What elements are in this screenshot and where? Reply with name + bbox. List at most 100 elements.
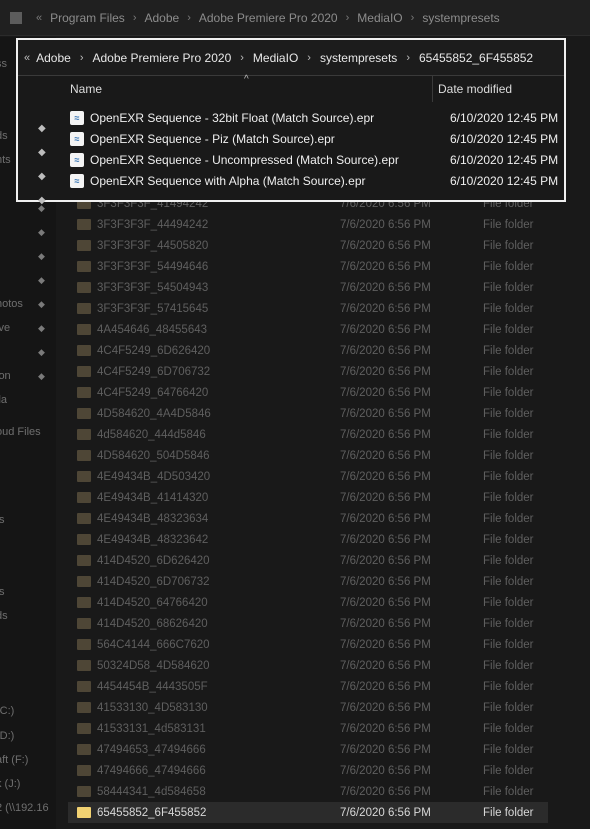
breadcrumb-segment[interactable]: Adobe	[36, 51, 71, 65]
file-type: File folder	[483, 407, 534, 420]
file-row[interactable]: 414D4520_6D626420 7/6/2020 6:56 PM File fo…	[68, 550, 548, 571]
file-date: 7/6/2020 6:56 PM	[340, 659, 431, 672]
folder-icon	[77, 786, 91, 797]
file-row[interactable]: 4E49434B_4D503420 7/6/2020 6:56 PM File fo…	[68, 466, 548, 487]
file-row[interactable]: 3F3F3F3F_44505820 7/6/2020 6:56 PM File fo…	[68, 235, 548, 256]
file-date: 7/6/2020 6:56 PM	[340, 470, 431, 483]
nav-item[interactable]: oud Files	[0, 426, 41, 438]
file-row[interactable]: 3F3F3F3F_44494242 7/6/2020 6:56 PM File fo…	[68, 214, 548, 235]
file-type: File folder	[483, 491, 534, 504]
file-row[interactable]: 4E49434B_48323642 7/6/2020 6:56 PM File fo…	[68, 529, 548, 550]
popup-explorer-window[interactable]: « Adobe › Adobe Premiere Pro 2020 › Medi…	[16, 38, 566, 206]
file-row[interactable]: 4E49434B_48323634 7/6/2020 6:56 PM File fo…	[68, 508, 548, 529]
popup-file-row[interactable]: ≈ OpenEXR Sequence - Uncompressed (Match …	[70, 149, 560, 170]
breadcrumb-overflow-icon[interactable]: «	[24, 52, 30, 64]
nav-item[interactable]: ts	[0, 514, 5, 526]
popup-breadcrumb[interactable]: « Adobe › Adobe Premiere Pro 2020 › Medi…	[18, 40, 564, 76]
file-row[interactable]: 50324D58_4D584620 7/6/2020 6:56 PM File fo…	[68, 655, 548, 676]
file-date: 7/6/2020 6:56 PM	[340, 575, 431, 588]
file-date: 7/6/2020 6:56 PM	[340, 260, 431, 273]
breadcrumb-segment[interactable]: MediaIO	[357, 11, 402, 25]
file-row[interactable]: 4C4F5249_6D706732 7/6/2020 6:56 PM File fo…	[68, 361, 548, 382]
file-type: File folder	[483, 659, 534, 672]
file-name: 4E49434B_41414320	[97, 491, 209, 504]
folder-icon	[77, 366, 91, 377]
column-header-date-label: Date modified	[438, 82, 513, 96]
file-row[interactable]: 414D4520_68626420 7/6/2020 6:56 PM File fo…	[68, 613, 548, 634]
file-row[interactable]: 4D584620_4A4D5846 7/6/2020 6:56 PM File fo…	[68, 403, 548, 424]
file-row[interactable]: 414D4520_64766420 7/6/2020 6:56 PM File fo…	[68, 592, 548, 613]
file-date: 7/6/2020 6:56 PM	[340, 596, 431, 609]
folder-icon	[77, 723, 91, 734]
file-type: File folder	[483, 386, 534, 399]
folder-icon	[77, 513, 91, 524]
file-row[interactable]: 47494666_47494666 7/6/2020 6:56 PM File fo…	[68, 760, 548, 781]
popup-file-row[interactable]: ≈ OpenEXR Sequence - Piz (Match Source).e…	[70, 128, 560, 149]
file-name: 4C4F5249_6D706732	[97, 365, 211, 378]
nav-item[interactable]: ss	[0, 58, 7, 70]
column-header-name-label: Name	[70, 82, 103, 96]
nav-item[interactable]: ts	[0, 586, 5, 598]
nav-item[interactable]: ion	[0, 370, 11, 382]
nav-item[interactable]: lla	[0, 394, 7, 406]
file-date: 7/6/2020 6:56 PM	[340, 554, 431, 567]
file-row[interactable]: 41533130_4D583130 7/6/2020 6:56 PM File fo…	[68, 697, 548, 718]
file-type: File folder	[483, 701, 534, 714]
file-row[interactable]: 3F3F3F3F_57415645 7/6/2020 6:56 PM File fo…	[68, 298, 548, 319]
file-name: 4D584620_504D5846	[97, 449, 210, 462]
file-row[interactable]: 4A454646_48455643 7/6/2020 6:56 PM File fo…	[68, 319, 548, 340]
popup-file-row[interactable]: ≈ OpenEXR Sequence - 32bit Float (Match S…	[70, 107, 560, 128]
file-row[interactable]: 65455852_6F455852 7/6/2020 6:56 PM File fo…	[68, 802, 548, 823]
column-header-date[interactable]: Date modified	[438, 76, 558, 102]
file-row[interactable]: 3F3F3F3F_54494646 7/6/2020 6:56 PM File fo…	[68, 256, 548, 277]
nav-item[interactable]: nts	[0, 154, 11, 166]
file-date: 7/6/2020 6:56 PM	[340, 785, 431, 798]
column-header-name[interactable]: Name	[70, 76, 430, 102]
breadcrumb-segment[interactable]: MediaIO	[253, 51, 298, 65]
file-name: 414D4520_6D626420	[97, 554, 210, 567]
breadcrumb-overflow-icon[interactable]: «	[36, 12, 42, 24]
folder-icon	[77, 807, 91, 818]
file-name: 47494666_47494666	[97, 764, 206, 777]
nav-item[interactable]: hotos	[0, 298, 23, 310]
breadcrumb-segment[interactable]: Adobe Premiere Pro 2020	[199, 11, 338, 25]
nav-item[interactable]: ive	[0, 322, 10, 334]
nav-item[interactable]: ds	[0, 130, 8, 142]
nav-item[interactable]: k (J:)	[0, 778, 20, 790]
file-name: 4A454646_48455643	[97, 323, 208, 336]
chevron-right-icon: ›	[240, 51, 244, 64]
file-row[interactable]: 58444341_4d584658 7/6/2020 6:56 PM File fo…	[68, 781, 548, 802]
file-row[interactable]: 4C4F5249_64766420 7/6/2020 6:56 PM File fo…	[68, 382, 548, 403]
folder-nav-icon	[10, 11, 22, 24]
breadcrumb-segment[interactable]: Adobe Premiere Pro 2020	[93, 51, 232, 65]
file-type: File folder	[483, 575, 534, 588]
popup-file-row[interactable]: ≈ OpenEXR Sequence with Alpha (Match Sour…	[70, 170, 560, 191]
breadcrumb-segment[interactable]: systempresets	[422, 11, 499, 25]
nav-item[interactable]: (D:)	[0, 730, 14, 742]
file-row[interactable]: 4454454B_4443505F 7/6/2020 6:56 PM File fo…	[68, 676, 548, 697]
file-name: 4C4F5249_64766420	[97, 386, 209, 399]
nav-item[interactable]: 2 (\\192.16	[0, 802, 49, 814]
file-row[interactable]: 3F3F3F3F_54504943 7/6/2020 6:56 PM File fo…	[68, 277, 548, 298]
file-row[interactable]: 41533131_4d583131 7/6/2020 6:56 PM File fo…	[68, 718, 548, 739]
nav-item[interactable]: aft (F:)	[0, 754, 28, 766]
file-row[interactable]: 4C4F5249_6D626420 7/6/2020 6:56 PM File fo…	[68, 340, 548, 361]
breadcrumb-segment[interactable]: 65455852_6F455852	[419, 51, 533, 65]
file-row[interactable]: 4E49434B_41414320 7/6/2020 6:56 PM File fo…	[68, 487, 548, 508]
nav-item[interactable]: ds	[0, 610, 8, 622]
file-row[interactable]: 4d584620_444d5846 7/6/2020 6:56 PM File fo…	[68, 424, 548, 445]
file-date: 7/6/2020 6:56 PM	[340, 806, 431, 819]
breadcrumb-segment[interactable]: Program Files	[50, 11, 125, 25]
folder-icon	[77, 261, 91, 272]
background-breadcrumb[interactable]: « Program Files › Adobe › Adobe Premiere…	[0, 0, 590, 36]
file-date: 7/6/2020 6:56 PM	[340, 638, 431, 651]
file-row[interactable]: 47494653_47494666 7/6/2020 6:56 PM File fo…	[68, 739, 548, 760]
breadcrumb-segment[interactable]: systempresets	[320, 51, 397, 65]
file-row[interactable]: 564C4144_666C7620 7/6/2020 6:56 PM File fo…	[68, 634, 548, 655]
file-row[interactable]: 4D584620_504D5846 7/6/2020 6:56 PM File fo…	[68, 445, 548, 466]
file-type: File folder	[483, 428, 534, 441]
file-row[interactable]: 414D4520_6D706732 7/6/2020 6:56 PM File fo…	[68, 571, 548, 592]
breadcrumb-segment[interactable]: Adobe	[144, 11, 179, 25]
nav-item[interactable]: (C:)	[0, 705, 14, 717]
column-divider[interactable]	[432, 76, 433, 102]
